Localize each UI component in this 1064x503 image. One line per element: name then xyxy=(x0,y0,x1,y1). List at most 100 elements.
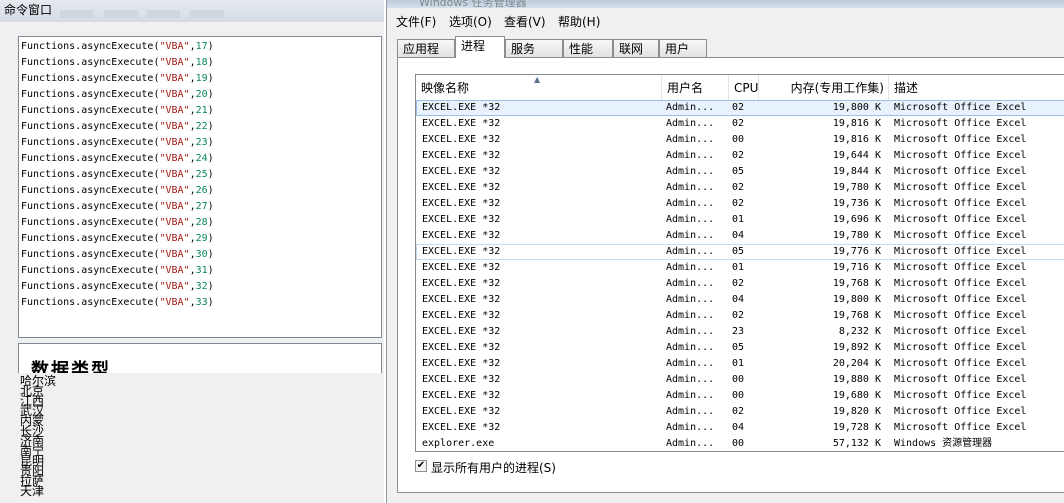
code-str: "VBA" xyxy=(159,297,190,308)
process-cpu: 00 xyxy=(732,374,745,385)
process-user: Admin... xyxy=(666,166,715,177)
tab-services[interactable]: 服务 xyxy=(505,39,563,57)
process-row[interactable]: EXCEL.EXE *32 Admin... 02 19,768 K Microsoft… xyxy=(416,276,1064,292)
code-suffix: ) xyxy=(207,281,214,292)
process-row[interactable]: EXCEL.EXE *32 Admin... 02 19,644 K Microsoft… xyxy=(416,148,1064,164)
process-row[interactable]: EXCEL.EXE *32 Admin... 05 19,776 K Microsoft… xyxy=(416,244,1064,260)
code-line: Functions.asyncExecute("VBA",33) xyxy=(21,295,214,311)
process-image: EXCEL.EXE *32 xyxy=(422,134,501,145)
code-line: Functions.asyncExecute("VBA",19) xyxy=(21,71,214,87)
process-user: Admin... xyxy=(666,422,715,433)
code-suffix: ) xyxy=(207,265,214,276)
column-cpu[interactable]: CPU xyxy=(729,75,759,100)
process-desc: Microsoft Office Excel xyxy=(894,102,1027,113)
process-desc: Microsoft Office Excel xyxy=(894,230,1027,241)
command-output-box[interactable]: Functions.asyncExecute("VBA",17) Function… xyxy=(18,36,382,338)
code-suffix: ) xyxy=(207,201,214,212)
column-user-name[interactable]: 用户名 xyxy=(662,75,729,100)
process-row[interactable]: EXCEL.EXE *32 Admin... 00 19,816 K Microsoft… xyxy=(416,132,1064,148)
tab-performance[interactable]: 性能 xyxy=(563,39,613,57)
process-row[interactable]: EXCEL.EXE *32 Admin... 02 19,816 K Microsoft… xyxy=(416,116,1064,132)
code-str: "VBA" xyxy=(159,265,190,276)
code-line: Functions.asyncExecute("VBA",18) xyxy=(21,55,214,71)
process-desc: Microsoft Office Excel xyxy=(894,406,1027,417)
task-manager-title: Windows 任务管理器 xyxy=(419,0,527,9)
tab-networking[interactable]: 联网 xyxy=(613,39,659,57)
tab-processes[interactable]: 进程 xyxy=(455,36,505,58)
process-mem: 19,716 K xyxy=(832,262,881,273)
process-desc: Microsoft Office Excel xyxy=(894,118,1027,129)
process-desc: Windows 资源管理器 xyxy=(894,438,993,449)
process-row[interactable]: EXCEL.EXE *32 Admin... 04 19,728 K Microsoft… xyxy=(416,420,1064,436)
process-cpu: 02 xyxy=(732,102,745,113)
city-item: 天津 xyxy=(20,484,45,498)
process-row[interactable]: EXCEL.EXE *32 Admin... 02 19,820 K Microsoft… xyxy=(416,404,1064,420)
process-mem: 19,816 K xyxy=(832,134,881,145)
process-user: Admin... xyxy=(666,294,715,305)
code-line: Functions.asyncExecute("VBA",17) xyxy=(21,39,214,55)
process-row[interactable]: explorer.exe Admin... 00 57,132 K Windows 资源… xyxy=(416,436,1064,451)
process-mem: 19,800 K xyxy=(832,294,881,305)
process-row[interactable]: EXCEL.EXE *32 Admin... 05 19,844 K Microsoft… xyxy=(416,164,1064,180)
process-list-header: 映像名称 ▲ 用户名 CPU 内存(专用工作集) 描述 xyxy=(416,75,1064,101)
show-all-users-label: 显示所有用户的进程(S) xyxy=(431,461,556,475)
process-image: EXCEL.EXE *32 xyxy=(422,214,501,225)
tab-users[interactable]: 用户 xyxy=(659,39,707,57)
process-cpu: 05 xyxy=(732,342,745,353)
process-desc: Microsoft Office Excel xyxy=(894,166,1027,177)
process-row[interactable]: EXCEL.EXE *32 Admin... 02 19,768 K Microsoft… xyxy=(416,308,1064,324)
process-row[interactable]: EXCEL.EXE *32 Admin... 04 19,780 K Microsoft… xyxy=(416,228,1064,244)
code-line: Functions.asyncExecute("VBA",22) xyxy=(21,119,214,135)
process-mem: 19,776 K xyxy=(832,246,881,257)
process-user: Admin... xyxy=(666,198,715,209)
process-image: EXCEL.EXE *32 xyxy=(422,406,501,417)
code-prefix: Functions.asyncExecute( xyxy=(21,201,160,212)
process-user: Admin... xyxy=(666,102,715,113)
column-description[interactable]: 描述 xyxy=(889,75,1064,100)
process-row[interactable]: EXCEL.EXE *32 Admin... 02 19,800 K Microsoft… xyxy=(416,100,1064,116)
process-cpu: 02 xyxy=(732,406,745,417)
code-num: 20 xyxy=(195,89,208,100)
process-row[interactable]: EXCEL.EXE *32 Admin... 01 19,696 K Microsoft… xyxy=(416,212,1064,228)
process-row[interactable]: EXCEL.EXE *32 Admin... 00 19,680 K Microsoft… xyxy=(416,388,1064,404)
menu-options[interactable]: 选项(O) xyxy=(449,13,492,30)
process-cpu: 01 xyxy=(732,262,745,273)
menu-view[interactable]: 查看(V) xyxy=(504,13,546,30)
code-line: Functions.asyncExecute("VBA",23) xyxy=(21,135,214,151)
process-image: EXCEL.EXE *32 xyxy=(422,118,501,129)
code-str: "VBA" xyxy=(159,185,190,196)
code-str: "VBA" xyxy=(159,281,190,292)
process-row[interactable]: EXCEL.EXE *32 Admin... 01 20,204 K Microsoft… xyxy=(416,356,1064,372)
task-manager-titlebar: Windows 任务管理器 xyxy=(387,0,1064,9)
process-cpu: 00 xyxy=(732,390,745,401)
column-memory[interactable]: 内存(专用工作集) xyxy=(759,75,889,100)
process-mem: 19,844 K xyxy=(832,166,881,177)
process-row[interactable]: EXCEL.EXE *32 Admin... 23 8,232 K Microsoft … xyxy=(416,324,1064,340)
code-num: 27 xyxy=(195,201,208,212)
show-all-users-checkbox[interactable]: ✔ xyxy=(415,460,427,472)
code-prefix: Functions.asyncExecute( xyxy=(21,41,160,52)
process-row[interactable]: EXCEL.EXE *32 Admin... 01 19,716 K Microsoft… xyxy=(416,260,1064,276)
code-prefix: Functions.asyncExecute( xyxy=(21,153,160,164)
process-row[interactable]: EXCEL.EXE *32 Admin... 02 19,736 K Microsoft… xyxy=(416,196,1064,212)
code-prefix: Functions.asyncExecute( xyxy=(21,89,160,100)
menu-file[interactable]: 文件(F) xyxy=(396,13,436,30)
code-num: 30 xyxy=(195,249,208,260)
process-row[interactable]: EXCEL.EXE *32 Admin... 00 19,880 K Microsoft… xyxy=(416,372,1064,388)
process-row[interactable]: EXCEL.EXE *32 Admin... 04 19,800 K Microsoft… xyxy=(416,292,1064,308)
process-row[interactable]: EXCEL.EXE *32 Admin... 02 19,780 K Microsoft… xyxy=(416,180,1064,196)
menu-help[interactable]: 帮助(H) xyxy=(558,13,600,30)
process-image: EXCEL.EXE *32 xyxy=(422,310,501,321)
code-str: "VBA" xyxy=(159,201,190,212)
process-list[interactable]: 映像名称 ▲ 用户名 CPU 内存(专用工作集) 描述 EXCEL.EXE *3… xyxy=(415,74,1064,452)
command-window-menu-ghost xyxy=(0,10,384,24)
code-prefix: Functions.asyncExecute( xyxy=(21,217,160,228)
process-row[interactable]: EXCEL.EXE *32 Admin... 05 19,892 K Microsoft… xyxy=(416,340,1064,356)
command-window: 命令窗口 Functions.asyncExecute("VBA",17) Fun… xyxy=(0,0,384,503)
code-line: Functions.asyncExecute("VBA",31) xyxy=(21,263,214,279)
code-str: "VBA" xyxy=(159,249,190,260)
process-desc: Microsoft Office Excel xyxy=(894,198,1027,209)
code-str: "VBA" xyxy=(159,153,190,164)
tab-applications[interactable]: 应用程序 xyxy=(397,39,455,74)
process-desc: Microsoft Office Excel xyxy=(894,182,1027,193)
